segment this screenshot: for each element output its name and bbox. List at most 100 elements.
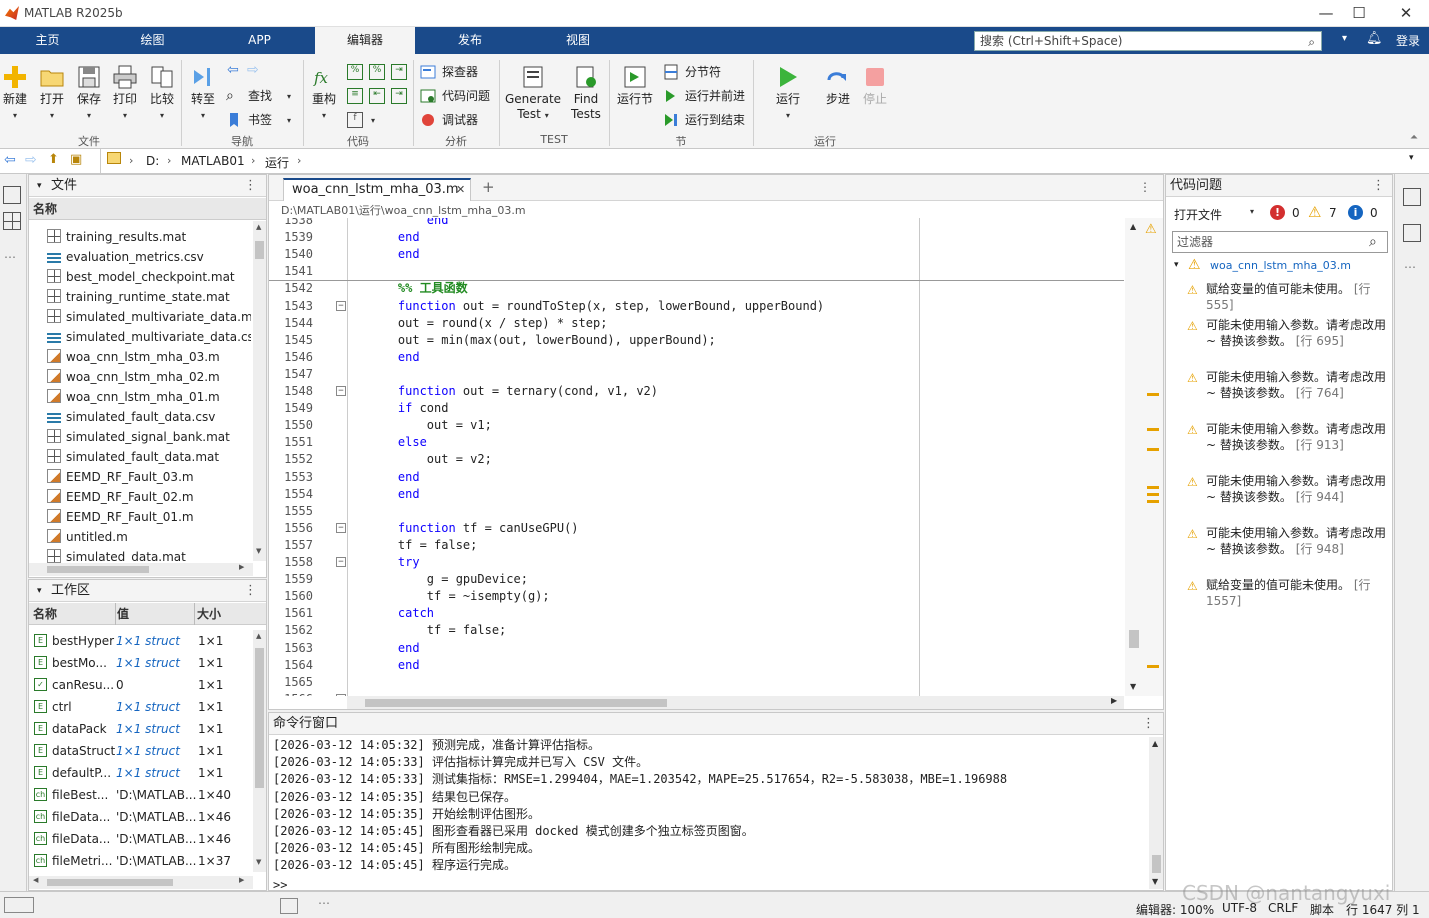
fold-toggle-icon[interactable]: − xyxy=(336,386,346,396)
warning-icon[interactable]: ⚠ xyxy=(1308,203,1321,221)
file-item[interactable]: woa_cnn_lstm_mha_02.m xyxy=(47,367,220,387)
search-input[interactable]: 搜索 (Ctrl+Shift+Space) ⌕ xyxy=(974,31,1322,51)
breadcrumb-drive[interactable]: D: xyxy=(146,154,159,168)
fold-toggle-icon[interactable]: − xyxy=(336,693,346,696)
ws-hscroll[interactable]: ◀ ▶ xyxy=(29,876,253,889)
code-line[interactable]: 1538 end xyxy=(269,218,1119,229)
workspace-row[interactable]: Ectrl 1×1 struct 1×1 xyxy=(29,696,253,718)
editor-tab-active[interactable]: woa_cnn_lstm_mha_03.m ✕ xyxy=(283,178,471,201)
breadcrumb-run[interactable]: 运行 xyxy=(265,154,289,171)
close-button[interactable]: ✕ xyxy=(1392,2,1420,24)
file-item[interactable]: untitled.m xyxy=(47,527,128,547)
code-line[interactable]: 1559 g = gpuDevice; xyxy=(269,571,1119,588)
code-line[interactable]: 1558 − try xyxy=(269,554,1119,571)
code-line[interactable]: 1545 out = min(max(out, lowerBound), upp… xyxy=(269,332,1119,349)
tab-view[interactable]: 视图 xyxy=(528,27,628,54)
command-output[interactable]: [2026-03-12 14:05:32] 预测完成，准备计算评估指标。 [202… xyxy=(269,737,1147,892)
tab-home[interactable]: 主页 xyxy=(0,27,95,54)
workspace-row[interactable]: EbestHyper 1×1 struct 1×1 xyxy=(29,630,253,652)
code-line[interactable]: 1543 − function out = roundToStep(x, step… xyxy=(269,298,1119,315)
print-button[interactable]: 打印 ▾ xyxy=(111,64,139,123)
code-line[interactable]: 1541 xyxy=(269,263,1119,280)
file-item[interactable]: simulated_fault_data.csv xyxy=(47,407,215,427)
run-to-end-button[interactable]: 运行到结束 xyxy=(663,112,745,128)
ws-col-name[interactable]: 名称 xyxy=(33,603,57,625)
file-item[interactable]: EEMD_RF_Fault_01.m xyxy=(47,507,194,527)
workspace-row[interactable]: EdataStruct 1×1 struct 1×1 xyxy=(29,740,253,762)
notification-bell-icon[interactable]: 🔔︎ xyxy=(1366,31,1383,46)
run-button[interactable]: 运行 ▾ xyxy=(772,64,804,123)
nav-back-icon[interactable]: ⇦ xyxy=(4,152,16,168)
fold-toggle-icon[interactable]: − xyxy=(336,557,346,567)
code-line[interactable]: 1552 out = v2; xyxy=(269,451,1119,468)
tab-publish[interactable]: 发布 xyxy=(420,27,520,54)
workspace-row[interactable]: ch fileData... 'D:\MATLAB... 1×46 xyxy=(29,828,253,850)
issue-file-caret-icon[interactable]: ▾ xyxy=(1174,260,1179,270)
file-item[interactable]: evaluation_metrics.csv xyxy=(47,247,204,267)
explorer-button[interactable]: 探查器 xyxy=(420,64,478,80)
uncomment-icon[interactable]: % xyxy=(369,64,385,80)
panel-menu-icon[interactable]: ⋮ xyxy=(244,175,257,197)
workspace-row[interactable]: ✓ canResu... 0 1×1 xyxy=(29,674,253,696)
login-button[interactable]: 登录 xyxy=(1396,32,1420,49)
code-line[interactable]: 1554 end xyxy=(269,486,1119,503)
rail-more-icon[interactable]: ⋯ xyxy=(1404,260,1416,274)
code-line[interactable]: 1540 end xyxy=(269,246,1119,263)
scope-select[interactable]: 打开文件 ▾ xyxy=(1174,206,1254,223)
workspace-panel-icon[interactable] xyxy=(3,212,21,230)
filter-input[interactable]: 过滤器 ⌕ xyxy=(1172,231,1388,253)
code-line[interactable]: 1544 out = round(x / step) * step; xyxy=(269,315,1119,332)
find-tests-button[interactable]: Find Tests xyxy=(568,64,604,122)
console-icon[interactable] xyxy=(280,898,298,914)
comment-icon[interactable]: % xyxy=(347,64,363,80)
issue-line-ref[interactable]: [行 913] xyxy=(1296,438,1344,452)
issue-file-link[interactable]: woa_cnn_lstm_mha_03.m xyxy=(1210,259,1351,272)
code-issues-button[interactable]: 代码问题 xyxy=(420,88,490,104)
code-line[interactable]: 1546 end xyxy=(269,349,1119,366)
cmd-menu-icon[interactable]: ⋮ xyxy=(1142,713,1155,735)
collapse-caret-icon[interactable]: ▾ xyxy=(37,580,42,602)
workspace-row[interactable]: EdataPack 1×1 struct 1×1 xyxy=(29,718,253,740)
insert-fx-icon[interactable]: f xyxy=(347,112,363,128)
ws-col-value[interactable]: 值 xyxy=(117,603,129,625)
run-section-button[interactable]: 运行节 xyxy=(615,64,655,107)
fold-toggle-icon[interactable]: − xyxy=(336,300,346,311)
editor-hscroll[interactable]: ▶ xyxy=(347,696,1124,709)
files-hscroll[interactable]: ▶ xyxy=(29,563,253,576)
file-item[interactable]: best_model_checkpoint.mat xyxy=(47,267,235,287)
bookmark-button[interactable]: 书签 xyxy=(226,112,272,128)
workspace-row[interactable]: ch fileBest... 'D:\MATLAB... 1×40 xyxy=(29,784,253,806)
file-item[interactable]: woa_cnn_lstm_mha_01.m xyxy=(47,387,220,407)
save-button[interactable]: 保存 ▾ xyxy=(76,64,102,123)
file-item[interactable]: simulated_signal_bank.mat xyxy=(47,427,230,447)
file-item[interactable]: simulated_multivariate_data.mat xyxy=(47,307,251,327)
code-line[interactable]: 1539 end xyxy=(269,229,1119,246)
code-line[interactable]: 1560 tf = ~isempty(g); xyxy=(269,588,1119,605)
path-dropdown-icon[interactable]: ▾ xyxy=(1409,153,1414,163)
section-break-button[interactable]: 分节符 xyxy=(663,64,721,80)
goto-button[interactable]: 转至 ▾ xyxy=(189,64,217,123)
files-column-name[interactable]: 名称 xyxy=(29,198,266,220)
indent-icon[interactable]: ⇤ xyxy=(369,88,385,104)
code-line[interactable]: 1547 xyxy=(269,366,1119,383)
new-tab-plus-icon[interactable]: + xyxy=(482,178,495,196)
generate-test-button[interactable]: Generate Test ▾ xyxy=(505,64,561,123)
find-dropdown-icon[interactable]: ▾ xyxy=(287,92,291,101)
error-icon[interactable]: ! xyxy=(1270,205,1285,220)
insert-dropdown-icon[interactable]: ▾ xyxy=(371,116,375,125)
smart-indent-icon[interactable]: ≡ xyxy=(347,88,363,104)
code-line[interactable]: 1549 if cond xyxy=(269,400,1119,417)
workspace-row[interactable]: ch fileMetri... 'D:\MATLAB... 1×37 xyxy=(29,850,253,872)
more-icon[interactable]: ⋯ xyxy=(4,250,16,264)
debugger-button[interactable]: 调试器 xyxy=(420,112,478,128)
issue-line-ref[interactable]: [行 948] xyxy=(1296,542,1344,556)
layout-toggle-icon[interactable] xyxy=(4,897,34,913)
path-field[interactable]: › D: › MATLAB01 › 运行 › ▾ xyxy=(100,149,1422,173)
files-vscroll[interactable]: ▲ ▼ xyxy=(253,221,266,561)
workspace-row[interactable]: EbestMo... 1×1 struct 1×1 xyxy=(29,652,253,674)
file-item[interactable]: EEMD_RF_Fault_03.m xyxy=(47,467,194,487)
issue-item[interactable]: ⚠ 赋给变量的值可能未使用。 [行 1557] xyxy=(1187,577,1386,609)
close-tab-icon[interactable]: ✕ xyxy=(456,180,465,200)
file-item[interactable]: simulated_multivariate_data.csv xyxy=(47,327,251,347)
file-item[interactable]: training_results.mat xyxy=(47,227,186,247)
